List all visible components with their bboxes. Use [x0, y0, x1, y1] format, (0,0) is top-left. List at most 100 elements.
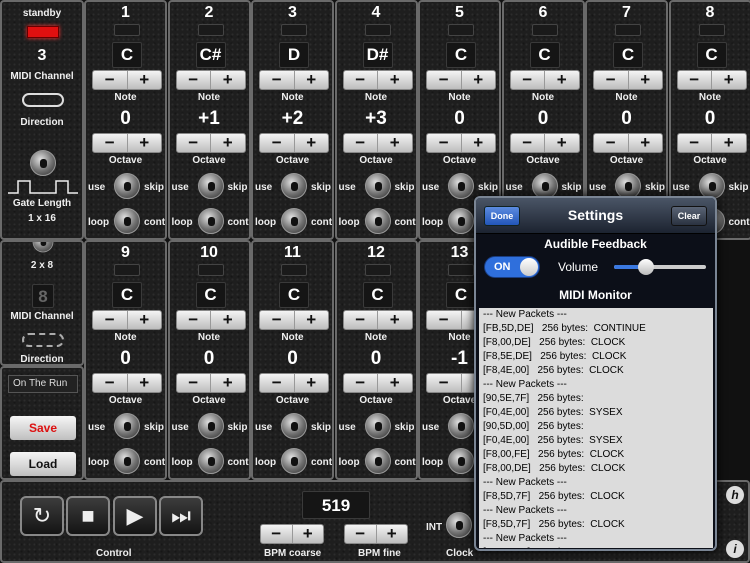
- direction-loop-icon[interactable]: [22, 93, 64, 107]
- loop-cont-toggle[interactable]: [281, 208, 307, 234]
- step-number: 10: [200, 244, 218, 261]
- loop-cont-toggle[interactable]: [364, 448, 391, 474]
- midi-channel-bottom-value[interactable]: 8: [32, 284, 54, 308]
- octave-display: 0: [120, 348, 131, 369]
- gate-length-toggle[interactable]: [30, 150, 56, 176]
- octave-stepper[interactable]: −+: [175, 133, 246, 153]
- note-stepper[interactable]: −+: [509, 70, 580, 90]
- volume-slider[interactable]: [614, 259, 706, 275]
- loop-label: loop: [338, 217, 360, 228]
- use-label: use: [672, 182, 690, 193]
- save-button[interactable]: Save: [10, 416, 76, 440]
- octave-stepper[interactable]: −+: [342, 373, 413, 393]
- help-icon[interactable]: h: [726, 486, 744, 504]
- octave-label: Octave: [359, 155, 393, 166]
- octave-stepper[interactable]: −+: [676, 133, 747, 153]
- use-skip-toggle[interactable]: [114, 413, 140, 439]
- note-stepper[interactable]: −+: [676, 70, 747, 90]
- bpm-coarse-stepper[interactable]: − +: [260, 524, 324, 544]
- note-stepper[interactable]: −+: [92, 310, 162, 330]
- octave-stepper[interactable]: −+: [259, 373, 329, 393]
- step-led: [197, 24, 224, 36]
- loop-cont-toggle[interactable]: [114, 208, 140, 234]
- cont-label: cont: [144, 457, 166, 468]
- toggle-state-label: ON: [494, 261, 511, 273]
- bpm-fine-stepper[interactable]: − +: [344, 524, 408, 544]
- midi-channel-label: MIDI Channel: [10, 71, 74, 82]
- octave-stepper[interactable]: −+: [175, 373, 246, 393]
- step-number: 4: [371, 4, 381, 21]
- settings-popover: Done Settings Clear Audible Feedback ON …: [474, 196, 717, 551]
- note-stepper[interactable]: −+: [175, 70, 246, 90]
- use-skip-toggle[interactable]: [364, 413, 391, 439]
- use-skip-toggle[interactable]: [448, 173, 474, 199]
- note-stepper[interactable]: −+: [259, 70, 329, 90]
- use-skip-toggle[interactable]: [448, 413, 474, 439]
- use-skip-toggle[interactable]: [281, 173, 307, 199]
- toggle-knob: [520, 258, 538, 276]
- bpm-display: 519: [302, 491, 370, 519]
- loop-label: loop: [422, 457, 444, 468]
- standby-label: standby: [22, 8, 62, 19]
- note-stepper[interactable]: −+: [342, 70, 413, 90]
- audible-feedback-toggle[interactable]: ON: [484, 256, 540, 278]
- cont-label: cont: [728, 217, 750, 228]
- use-skip-toggle[interactable]: [197, 173, 224, 199]
- midi-monitor-log[interactable]: --- New Packets --- [FB,5D,DE] 256 bytes:…: [479, 308, 713, 548]
- step-column-9: 9 C − + Note 0− + Octave use skip loop cont: [84, 240, 167, 480]
- standby-led[interactable]: [27, 26, 59, 38]
- preset-name-field[interactable]: On The Run: [8, 375, 78, 393]
- monitor-line: --- New Packets ---: [483, 533, 567, 544]
- octave-stepper[interactable]: −+: [92, 373, 162, 393]
- skip-forward-button[interactable]: ⏭: [159, 496, 203, 536]
- use-skip-toggle[interactable]: [197, 413, 224, 439]
- use-skip-toggle[interactable]: [114, 173, 140, 199]
- loop-cont-toggle[interactable]: [197, 448, 224, 474]
- loop-cont-toggle[interactable]: [448, 448, 474, 474]
- direction-bottom-icon[interactable]: [22, 333, 64, 347]
- clear-button[interactable]: Clear: [671, 206, 707, 226]
- play-button[interactable]: ▶: [113, 496, 157, 536]
- clock-toggle[interactable]: [446, 512, 472, 538]
- loop-cont-toggle[interactable]: [197, 208, 224, 234]
- direction-label: Direction: [20, 117, 64, 128]
- loop-button[interactable]: ↻: [20, 496, 64, 536]
- note-stepper[interactable]: −+: [259, 310, 329, 330]
- monitor-line: --- New Packets ---: [483, 309, 567, 320]
- skip-label: skip: [144, 182, 165, 193]
- loop-cont-toggle[interactable]: [448, 208, 474, 234]
- midi-channel-value[interactable]: 3: [2, 47, 82, 65]
- stop-button[interactable]: ■: [66, 496, 110, 536]
- monitor-line: [90,5E,7F] 256 bytes:: [483, 393, 584, 404]
- monitor-line: [F0,4E,00] 256 bytes: SYSEX: [483, 435, 623, 446]
- octave-stepper[interactable]: −+: [342, 133, 413, 153]
- info-icon[interactable]: i: [726, 540, 744, 558]
- octave-stepper[interactable]: −+: [509, 133, 580, 153]
- note-stepper[interactable]: −+: [342, 310, 413, 330]
- monitor-line: [F8,00,DE] 256 bytes: CLOCK: [483, 463, 626, 474]
- loop-cont-toggle[interactable]: [114, 448, 140, 474]
- use-skip-toggle[interactable]: [281, 413, 307, 439]
- octave-stepper[interactable]: −+: [593, 133, 663, 153]
- step-led: [448, 264, 474, 276]
- monitor-line: [FB,5D,DE] 256 bytes: CONTINUE: [483, 323, 646, 334]
- octave-stepper[interactable]: −+: [259, 133, 329, 153]
- step-number: 5: [455, 4, 464, 21]
- note-stepper[interactable]: −+: [593, 70, 663, 90]
- note-stepper[interactable]: −+: [92, 70, 162, 90]
- step-led: [448, 24, 474, 36]
- use-skip-toggle[interactable]: [364, 173, 391, 199]
- loop-cont-toggle[interactable]: [364, 208, 391, 234]
- monitor-line: [F8,00,FE] 256 bytes: CLOCK: [483, 449, 625, 460]
- note-stepper[interactable]: −+: [426, 70, 496, 90]
- volume-slider-knob[interactable]: [638, 259, 655, 275]
- note-stepper[interactable]: −+: [175, 310, 246, 330]
- load-button[interactable]: Load: [10, 452, 76, 476]
- step-led: [698, 24, 725, 36]
- octave-display: 0: [370, 348, 382, 369]
- note-display: C: [195, 282, 226, 308]
- octave-stepper[interactable]: −+: [426, 133, 496, 153]
- loop-cont-toggle[interactable]: [281, 448, 307, 474]
- octave-stepper[interactable]: −+: [92, 133, 162, 153]
- gate-option-knob[interactable]: [32, 242, 54, 253]
